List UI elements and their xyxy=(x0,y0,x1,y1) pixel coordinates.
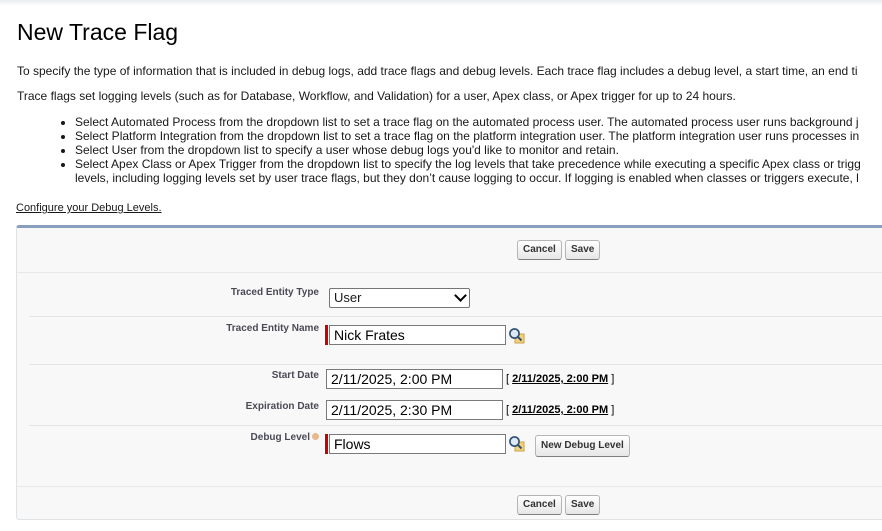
row-divider xyxy=(29,425,882,426)
new-debug-level-button[interactable]: New Debug Level xyxy=(535,435,630,457)
intro-text-2: Trace flags set logging levels (such as … xyxy=(17,89,736,103)
list-item: Select User from the dropdown list to sp… xyxy=(75,143,882,157)
top-band xyxy=(0,0,882,6)
page-title: New Trace Flag xyxy=(17,19,179,45)
start-date-input[interactable]: 2/11/2025, 2:00 PM xyxy=(326,369,503,389)
bracket-open: [ xyxy=(506,373,510,385)
start-date-label: Start Date xyxy=(271,370,319,381)
traced-entity-type-label: Traced Entity Type xyxy=(230,287,319,298)
configure-debug-levels-link[interactable]: Configure your Debug Levels. xyxy=(16,202,162,214)
debug-level-label: Debug Level xyxy=(251,432,319,443)
expiration-date-today-link-wrap: [ 2/11/2025, 2:00 PM ] xyxy=(506,404,614,416)
instruction-list: Select Automated Process from the dropdo… xyxy=(58,115,882,185)
required-indicator xyxy=(325,325,328,345)
cancel-button[interactable]: Cancel xyxy=(517,495,562,515)
bottom-button-row: Cancel Save xyxy=(17,486,882,531)
selected-value: User xyxy=(334,290,362,305)
traced-entity-type-select[interactable]: User xyxy=(329,288,470,308)
expiration-date-input[interactable]: 2/11/2025, 2:30 PM xyxy=(326,400,503,420)
list-item-continuation: levels, including logging levels set by … xyxy=(75,171,859,185)
chevron-down-icon xyxy=(454,289,467,302)
required-indicator xyxy=(325,434,328,454)
traced-entity-name-label: Traced Entity Name xyxy=(226,323,319,334)
bracket-close: ] xyxy=(611,373,615,385)
start-date-today-link[interactable]: 2/11/2025, 2:00 PM xyxy=(512,373,608,385)
help-icon[interactable] xyxy=(312,433,319,440)
lookup-icon[interactable] xyxy=(508,435,525,452)
list-item: Select Automated Process from the dropdo… xyxy=(75,115,882,129)
expiration-date-today-link[interactable]: 2/11/2025, 2:00 PM xyxy=(512,404,608,416)
row-divider xyxy=(29,316,882,317)
debug-level-input[interactable]: Flows xyxy=(329,434,506,454)
lookup-icon[interactable] xyxy=(508,327,525,344)
debug-level-label-text: Debug Level xyxy=(250,432,310,443)
bracket-open: [ xyxy=(506,404,510,416)
top-button-row: Cancel Save xyxy=(17,228,882,273)
trace-flag-form-panel: Cancel Save Traced Entity Type User Trac… xyxy=(16,225,882,520)
expiration-date-label: Expiration Date xyxy=(245,401,319,412)
cancel-button[interactable]: Cancel xyxy=(517,240,562,260)
bracket-close: ] xyxy=(611,404,615,416)
save-button[interactable]: Save xyxy=(565,495,601,515)
save-button[interactable]: Save xyxy=(565,240,601,260)
start-date-today-link-wrap: [ 2/11/2025, 2:00 PM ] xyxy=(506,373,614,385)
list-item: Select Apex Class or Apex Trigger from t… xyxy=(75,157,882,171)
row-divider xyxy=(29,364,882,365)
traced-entity-name-input[interactable]: Nick Frates xyxy=(329,325,506,345)
intro-text: To specify the type of information that … xyxy=(17,64,858,78)
list-item: Select Platform Integration from the dro… xyxy=(75,129,882,143)
